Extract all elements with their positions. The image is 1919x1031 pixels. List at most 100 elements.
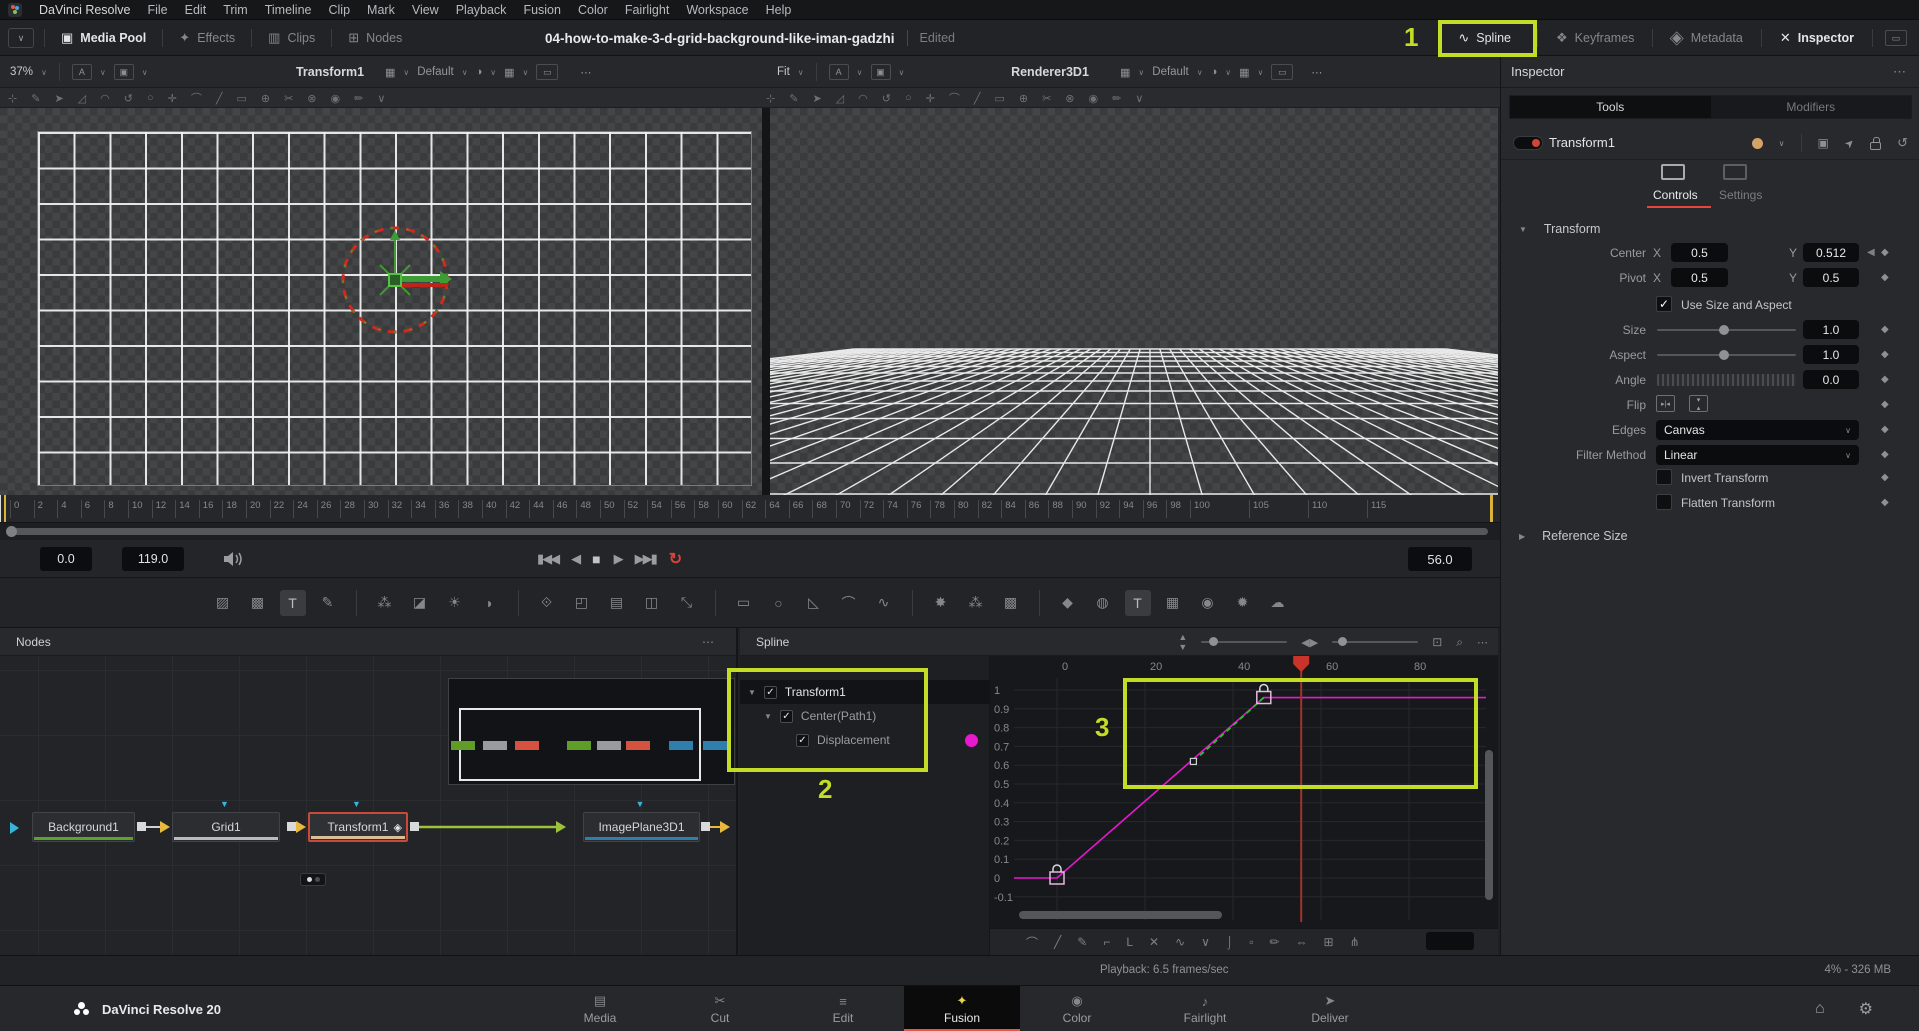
graph-v-scrollbar[interactable] xyxy=(1485,750,1493,900)
image-plane3d-icon[interactable]: ▦ xyxy=(1160,590,1186,616)
dve-icon[interactable]: ◰ xyxy=(569,590,595,616)
tree-checkbox[interactable]: ✓ xyxy=(780,710,793,723)
rectangle-mask-icon[interactable]: ▭ xyxy=(731,590,757,616)
channel-a-button-right[interactable]: A xyxy=(829,64,849,80)
menu-clip[interactable]: Clip xyxy=(329,3,351,17)
page-tab-deliver[interactable]: ➤Deliver xyxy=(1272,986,1388,1031)
step-out-icon[interactable]: L xyxy=(1126,935,1133,949)
background-icon[interactable]: ▨ xyxy=(210,590,236,616)
wand-mask-icon[interactable]: ∿ xyxy=(871,590,897,616)
page-tab-media[interactable]: ▤Media xyxy=(542,986,658,1031)
spline-value-input[interactable] xyxy=(1426,932,1474,950)
polyline-icon[interactable]: ◿ xyxy=(78,92,86,105)
keyframe-diamond-icon[interactable]: ◆ xyxy=(1881,424,1889,435)
play-button[interactable]: ▶ xyxy=(614,551,622,567)
brightness-contrast-icon[interactable]: ☀ xyxy=(442,590,468,616)
tree-item-center-path1-[interactable]: ▼✓Center(Path1) xyxy=(740,704,990,728)
versions-icon[interactable]: ▣ xyxy=(1818,136,1829,150)
zoom-level-dropdown[interactable]: 37% xyxy=(10,66,33,78)
linear-icon[interactable]: ╱ xyxy=(1054,935,1061,949)
merge3d-icon[interactable]: ◆ xyxy=(1055,590,1081,616)
grid-overlay-icon-right[interactable]: ▦ xyxy=(1120,66,1130,79)
keyframe-diamond-icon[interactable]: ◆ xyxy=(1881,449,1889,460)
roi-button-right[interactable]: ▣ xyxy=(871,64,891,80)
step-in-icon[interactable]: ⌐ xyxy=(1103,935,1110,949)
tab-modifiers[interactable]: Modifiers xyxy=(1711,96,1912,118)
keyframe-diamond-icon[interactable]: ◆ xyxy=(1881,247,1889,258)
chevron-down-icon[interactable]: ∨ xyxy=(377,92,385,105)
keyframe-diamond-icon[interactable]: ◆ xyxy=(1881,374,1889,385)
nodes-panel-options-icon[interactable]: ⋯ xyxy=(702,635,714,649)
node-transform1[interactable]: Transform1◈ xyxy=(308,812,408,842)
line-icon[interactable]: ╱ xyxy=(974,92,981,105)
metadata-button[interactable]: ▣Metadata xyxy=(1665,30,1748,46)
modifier-badge[interactable] xyxy=(300,873,326,886)
reverse-icon[interactable]: ✕ xyxy=(1149,935,1159,949)
menu-fairlight[interactable]: Fairlight xyxy=(625,3,669,17)
plus-icon[interactable]: ✛ xyxy=(168,92,177,105)
right-viewer-options-icon[interactable]: ⋯ xyxy=(1311,66,1322,79)
chevron-down-icon[interactable]: ∨ xyxy=(1135,92,1143,105)
lock-icon[interactable] xyxy=(1870,142,1881,150)
node-imageplane3d1[interactable]: ImagePlane3D1 xyxy=(583,812,700,842)
smooth-icon[interactable]: ⌒ xyxy=(1026,934,1038,951)
add-point-icon[interactable]: ⊹ xyxy=(766,92,775,105)
select-all-icon[interactable]: ▫ xyxy=(1249,935,1253,949)
tab-tools[interactable]: Tools xyxy=(1510,96,1711,118)
spline-button[interactable]: ∿Spline xyxy=(1452,30,1525,46)
circle-icon[interactable]: ○ xyxy=(905,92,912,104)
transform-section-header[interactable]: ▼ Transform xyxy=(1519,222,1600,236)
center-x-field[interactable]: 0.5 xyxy=(1671,243,1728,262)
keyframe-diamond-icon[interactable]: ◆ xyxy=(1881,272,1889,283)
right-lut-dropdown[interactable]: Default xyxy=(1152,66,1188,78)
line-icon[interactable]: ╱ xyxy=(216,92,223,105)
bspline-mask-icon[interactable]: ⌒ xyxy=(836,590,862,616)
keyframe-diamond-icon[interactable]: ◆ xyxy=(1881,497,1889,508)
ellipse-mask-icon[interactable]: ○ xyxy=(766,590,792,616)
node-background1[interactable]: Background1 xyxy=(32,812,135,842)
keyframe-diamond-icon[interactable]: ◆ xyxy=(1881,349,1889,360)
menu-fusion[interactable]: Fusion xyxy=(523,3,561,17)
bspline-icon[interactable]: ◠ xyxy=(100,92,110,105)
shape3d-icon[interactable]: ◍ xyxy=(1090,590,1116,616)
keyframe-diamond-icon[interactable]: ◆ xyxy=(1881,472,1889,483)
transform-icon[interactable]: ⟐ xyxy=(534,590,560,616)
angle-wheel[interactable] xyxy=(1657,374,1796,386)
invert-transform-checkbox[interactable] xyxy=(1656,469,1672,485)
prev-keyframe-icon[interactable]: ◀ xyxy=(1867,247,1875,258)
arc-icon[interactable]: ⌒ xyxy=(191,90,202,106)
text-plus-icon[interactable]: T xyxy=(280,590,306,616)
time-stretch-icon[interactable]: ⇔ xyxy=(1296,935,1308,949)
pivot-x-field[interactable]: 0.5 xyxy=(1671,268,1728,287)
polyline-icon[interactable]: ◿ xyxy=(836,92,844,105)
loop-button[interactable]: ↻ xyxy=(669,549,682,569)
polygon-mask-icon[interactable]: ◺ xyxy=(801,590,827,616)
menu-view[interactable]: View xyxy=(412,3,439,17)
spotlight-icon[interactable]: ✹ xyxy=(1230,590,1256,616)
stop-button[interactable]: ■ xyxy=(592,551,600,567)
zoom-slider-vertical[interactable] xyxy=(1201,641,1287,643)
edit-icon[interactable]: ✏ xyxy=(354,92,363,105)
fit-graph-icon[interactable]: ⊡ xyxy=(1432,635,1442,649)
marquee-icon[interactable]: ▭ xyxy=(236,92,246,105)
merge-icon[interactable]: ⊗ xyxy=(1065,92,1074,105)
menu-mark[interactable]: Mark xyxy=(367,3,395,17)
color-curves-icon[interactable]: ◪ xyxy=(407,590,433,616)
media-pool-button[interactable]: ▣Media Pool xyxy=(55,30,152,46)
menu-workspace[interactable]: Workspace xyxy=(686,3,748,17)
flip-vertical-button[interactable]: ▾▴ xyxy=(1689,395,1708,412)
merge-icon[interactable]: ⊗ xyxy=(307,92,316,105)
menu-trim[interactable]: Trim xyxy=(223,3,248,17)
target-icon[interactable]: ⊕ xyxy=(1019,92,1028,105)
guides-icon-right[interactable]: ▦ xyxy=(1239,66,1249,79)
flatten-transform-checkbox[interactable] xyxy=(1656,494,1672,510)
color-corrector-icon[interactable]: ◗ xyxy=(477,590,503,616)
audio-mute-icon[interactable] xyxy=(222,550,244,568)
fit-dropdown[interactable]: Fit xyxy=(777,66,790,78)
panel-select-dropdown[interactable]: ∨ xyxy=(8,28,34,48)
pimage-emitter-icon[interactable]: ⁂ xyxy=(963,590,989,616)
guides-icon[interactable]: ▦ xyxy=(504,66,514,79)
page-tab-edit[interactable]: ≡Edit xyxy=(785,986,901,1031)
tree-checkbox[interactable]: ✓ xyxy=(796,734,809,747)
cut-icon[interactable]: ✂ xyxy=(1042,92,1051,105)
